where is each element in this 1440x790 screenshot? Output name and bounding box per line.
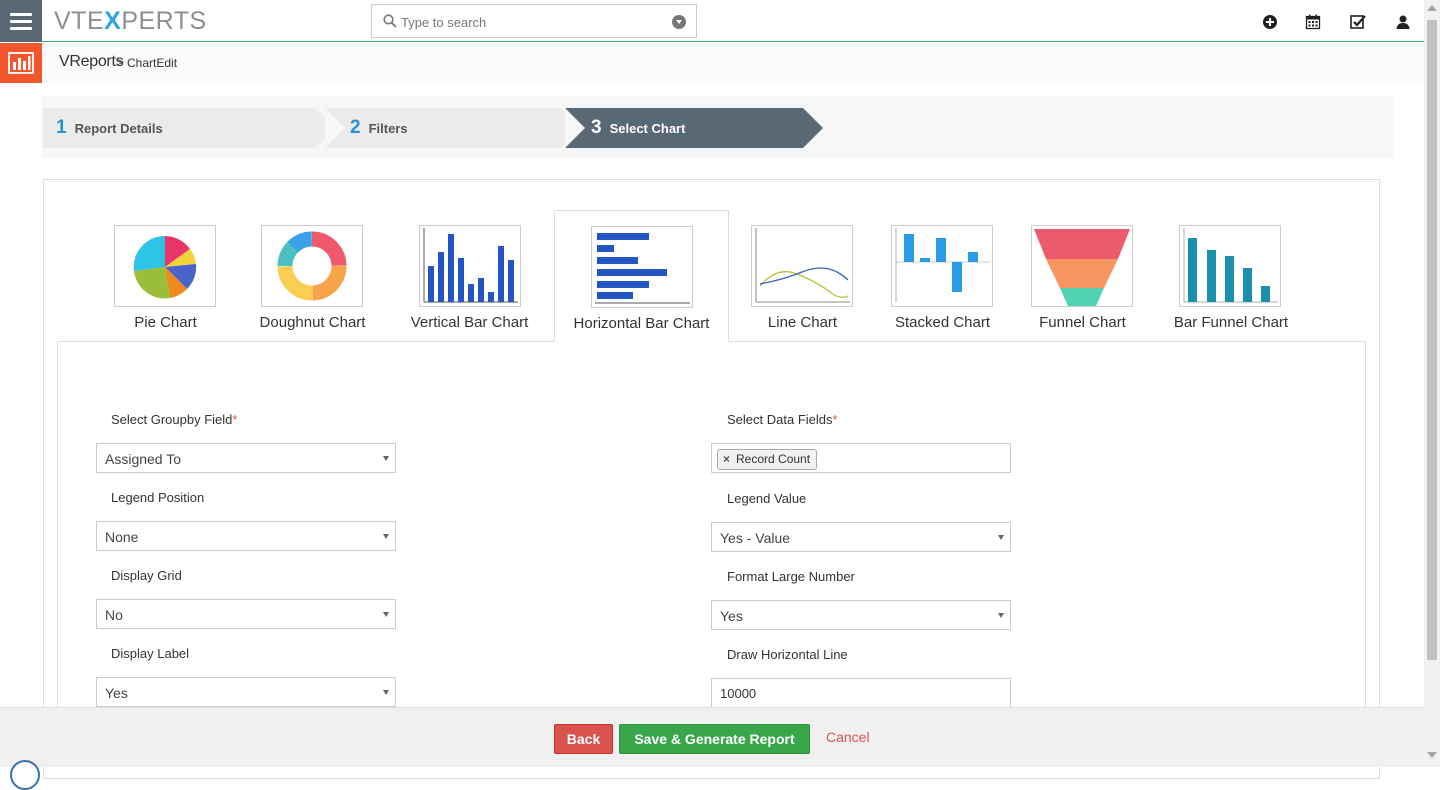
step-number: 3 bbox=[591, 117, 602, 138]
chevron-down-icon bbox=[383, 456, 389, 461]
draw-horizontal-line-input[interactable] bbox=[711, 678, 1011, 708]
line-chart-thumbnail bbox=[751, 225, 853, 307]
chevron-down-icon bbox=[998, 535, 1004, 540]
save-generate-report-button[interactable]: Save & Generate Report bbox=[619, 724, 810, 754]
cancel-link[interactable]: Cancel bbox=[826, 729, 870, 745]
add-icon[interactable] bbox=[1262, 14, 1278, 30]
calendar-icon[interactable] bbox=[1305, 14, 1321, 30]
legend-position-value: None bbox=[105, 529, 139, 545]
tab-horizontal-bar-chart[interactable]: Horizontal Bar Chart bbox=[554, 210, 729, 342]
tab-label: Horizontal Bar Chart bbox=[573, 315, 710, 332]
display-grid-label: Display Grid bbox=[111, 568, 182, 583]
wizard-step-report-details[interactable]: 1 Report Details bbox=[43, 108, 335, 148]
tab-label: Vertical Bar Chart bbox=[410, 314, 529, 331]
step-number: 1 bbox=[56, 117, 67, 138]
breadcrumb-separator: > bbox=[117, 55, 125, 69]
data-fields-label: Select Data Fields* bbox=[727, 412, 838, 427]
user-icon[interactable] bbox=[1395, 14, 1411, 30]
display-label-select[interactable]: Yes bbox=[96, 677, 396, 707]
legend-position-select[interactable]: None bbox=[96, 521, 396, 551]
vertical-bar-chart-thumbnail bbox=[419, 225, 521, 307]
tag-label: Record Count bbox=[736, 452, 811, 466]
wizard-step-filters[interactable]: 2 Filters bbox=[325, 108, 581, 148]
display-grid-value: No bbox=[105, 607, 123, 623]
reports-module-icon[interactable] bbox=[0, 43, 42, 83]
tab-vertical-bar-chart[interactable]: Vertical Bar Chart bbox=[408, 210, 531, 342]
chevron-down-icon bbox=[998, 613, 1004, 618]
tab-stacked-chart[interactable]: Stacked Chart bbox=[890, 210, 995, 342]
bar-chart-icon bbox=[8, 52, 34, 74]
tab-pie-chart[interactable]: Pie Chart bbox=[107, 210, 224, 342]
doughnut-chart-thumbnail bbox=[261, 225, 363, 307]
format-large-number-label: Format Large Number bbox=[727, 569, 855, 584]
groupby-label: Select Groupby Field* bbox=[111, 412, 238, 427]
tab-line-chart[interactable]: Line Chart bbox=[750, 210, 855, 342]
tab-label: Bar Funnel Chart bbox=[1173, 314, 1289, 331]
scrollbar-thumb[interactable] bbox=[1427, 20, 1437, 660]
tab-label: Line Chart bbox=[767, 314, 838, 331]
funnel-chart-thumbnail bbox=[1031, 225, 1133, 307]
wizard-steps: 1 Report Details 2 Filters 3 Select Chart bbox=[42, 96, 1394, 158]
tab-label: Doughnut Chart bbox=[259, 314, 366, 331]
stacked-chart-thumbnail bbox=[891, 225, 993, 307]
search-dropdown-icon[interactable] bbox=[672, 15, 686, 29]
chevron-down-icon bbox=[383, 690, 389, 695]
back-button[interactable]: Back bbox=[554, 724, 613, 754]
tab-doughnut-chart[interactable]: Doughnut Chart bbox=[254, 210, 371, 342]
action-footer: Back Save & Generate Report Cancel bbox=[0, 707, 1424, 767]
breadcrumb-module[interactable]: VReports bbox=[59, 53, 124, 71]
display-label-label: Display Label bbox=[111, 646, 190, 661]
groupby-value: Assigned To bbox=[105, 451, 182, 467]
legend-value-select[interactable]: Yes - Value bbox=[711, 522, 1011, 552]
tab-label: Stacked Chart bbox=[894, 314, 991, 331]
tab-label: Pie Chart bbox=[134, 314, 197, 331]
chevron-down-icon bbox=[383, 612, 389, 617]
tab-funnel-chart[interactable]: Funnel Chart bbox=[1030, 210, 1135, 342]
scroll-up-icon[interactable] bbox=[1427, 5, 1437, 11]
selected-field-tag: × Record Count bbox=[717, 449, 818, 470]
logo-part2: X bbox=[104, 7, 122, 35]
tasks-icon[interactable] bbox=[1350, 14, 1366, 30]
breadcrumb-page: ChartEdit bbox=[127, 56, 178, 70]
legend-value-label: Legend Value bbox=[727, 491, 807, 506]
draw-horizontal-line-label: Draw Horizontal Line bbox=[727, 647, 848, 662]
chevron-down-icon bbox=[383, 534, 389, 539]
top-bar: VTEXPERTS bbox=[0, 0, 1424, 42]
tab-label: Funnel Chart bbox=[1039, 314, 1126, 331]
vtexperts-logo[interactable]: VTEXPERTS bbox=[54, 7, 207, 35]
horizontal-bar-chart-thumbnail bbox=[591, 226, 693, 308]
groupby-select[interactable]: Assigned To bbox=[96, 443, 396, 473]
chat-widget-icon[interactable] bbox=[10, 760, 40, 790]
bar-funnel-chart-thumbnail bbox=[1179, 225, 1281, 307]
step-label: Select Chart bbox=[609, 120, 686, 136]
global-search bbox=[371, 4, 697, 38]
data-fields-input[interactable]: × Record Count bbox=[711, 443, 1011, 473]
pie-chart-thumbnail bbox=[114, 225, 216, 307]
search-input[interactable] bbox=[401, 13, 661, 31]
display-label-value: Yes bbox=[105, 685, 128, 701]
format-large-number-select[interactable]: Yes bbox=[711, 600, 1011, 630]
legend-value-value: Yes - Value bbox=[720, 530, 791, 546]
format-large-number-value: Yes bbox=[720, 608, 743, 624]
breadcrumb-bar bbox=[0, 43, 1424, 83]
display-grid-select[interactable]: No bbox=[96, 599, 396, 629]
step-number: 2 bbox=[350, 117, 361, 138]
logo-part1: VTE bbox=[54, 7, 105, 35]
step-label: Filters bbox=[368, 120, 408, 136]
search-icon bbox=[383, 14, 397, 28]
logo-part3: PERTS bbox=[121, 7, 207, 35]
wizard-step-select-chart[interactable]: 3 Select Chart bbox=[565, 108, 823, 148]
scroll-down-icon[interactable] bbox=[1427, 752, 1437, 758]
hamburger-menu-icon[interactable] bbox=[0, 0, 42, 42]
step-label: Report Details bbox=[74, 120, 163, 136]
tab-bar-funnel-chart[interactable]: Bar Funnel Chart bbox=[1172, 210, 1290, 342]
legend-position-label: Legend Position bbox=[111, 490, 205, 505]
remove-tag-icon[interactable]: × bbox=[723, 452, 730, 466]
